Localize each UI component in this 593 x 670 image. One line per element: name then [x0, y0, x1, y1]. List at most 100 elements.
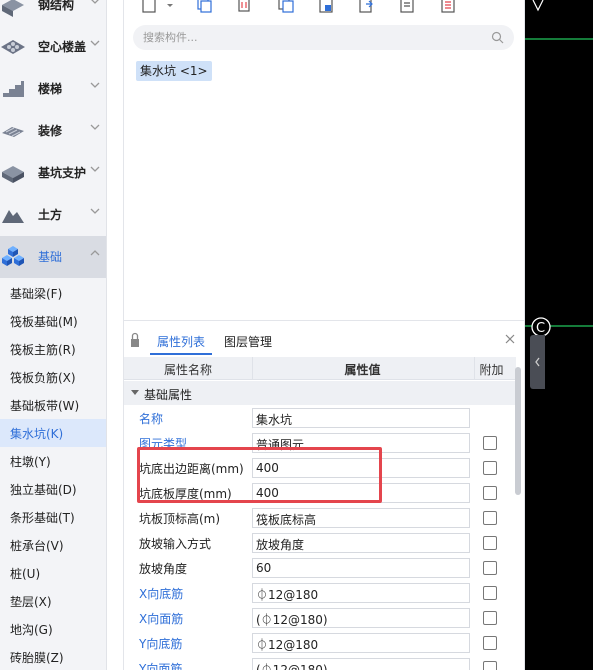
- category-label: 装修: [38, 124, 63, 138]
- annotation-highlight-box: [137, 447, 382, 503]
- decoration-icon: [2, 127, 24, 137]
- category-stairs[interactable]: 楼梯: [0, 68, 106, 110]
- collapse-triangle-icon[interactable]: [131, 390, 139, 395]
- tab-layer-management[interactable]: 图层管理: [224, 333, 272, 350]
- tab-property-list[interactable]: 属性列表: [150, 325, 212, 355]
- sub-item-isolated-footing[interactable]: 独立基础(D): [0, 475, 106, 503]
- category-label: 楼梯: [38, 82, 63, 96]
- header-property-name: 属性名称: [163, 363, 212, 377]
- import-icon[interactable]: [356, 0, 376, 16]
- list-icon[interactable]: [438, 0, 458, 16]
- chevron-down-icon: [90, 166, 100, 172]
- steel-structure-icon: [2, 0, 24, 17]
- stairs-icon: [3, 81, 24, 97]
- foundation-icon: [2, 246, 24, 266]
- category-hollow-slab[interactable]: 空心楼盖: [0, 26, 106, 68]
- hollow-slab-icon: [1, 40, 25, 54]
- property-value-field[interactable]: 60: [252, 558, 470, 578]
- category-label: 基础: [38, 250, 63, 264]
- property-value-field[interactable]: (⏀12@180): [252, 658, 470, 670]
- category-foundation[interactable]: 基础: [0, 236, 106, 278]
- category-earthwork[interactable]: 土方: [0, 194, 106, 236]
- property-value-field[interactable]: (⏀12@180): [252, 608, 470, 628]
- chevron-down-icon: [90, 82, 100, 88]
- chevron-down-icon: [90, 208, 100, 214]
- chevron-left-icon: [535, 357, 540, 367]
- sub-item-raft-foundation[interactable]: 筏板基础(M): [0, 307, 106, 335]
- copy-layer-icon[interactable]: [276, 0, 296, 16]
- pit-support-icon: [2, 166, 24, 183]
- property-row-y-top-rebar: Y向面筋 (⏀12@180): [124, 655, 516, 670]
- property-row-top-elevation: 坑板顶标高(m) 筏板底标高: [124, 505, 516, 530]
- property-row-slope-angle: 放坡角度 60: [124, 555, 516, 580]
- category-decoration[interactable]: 装修: [0, 110, 106, 152]
- sub-item-trench[interactable]: 地沟(G): [0, 615, 106, 643]
- component-tree-sidebar: 钢结构 空心楼盖 楼梯 装修 基坑支护 土方 基础 基础梁(F) 筏板基础(M)…: [0, 0, 107, 670]
- property-value-field[interactable]: ⏀12@180: [252, 583, 470, 603]
- close-icon[interactable]: [504, 333, 516, 345]
- category-label: 土方: [38, 208, 63, 222]
- property-value-field[interactable]: 筏板底标高: [252, 508, 470, 528]
- extra-checkbox[interactable]: [483, 486, 497, 500]
- dropdown-arrow-icon[interactable]: [164, 0, 176, 16]
- extra-checkbox[interactable]: [483, 461, 497, 475]
- property-row-name: 名称 集水坑: [124, 405, 516, 430]
- copy-icon[interactable]: [194, 0, 214, 16]
- property-value-field[interactable]: 放坡角度: [252, 533, 470, 553]
- property-value-field[interactable]: ⏀12@180: [252, 633, 470, 653]
- component-search-box: [133, 25, 514, 50]
- sub-item-raft-negative-rebar[interactable]: 筏板负筋(X): [0, 363, 106, 391]
- extra-checkbox[interactable]: [483, 661, 497, 670]
- sub-item-brick-mold[interactable]: 砖胎膜(Z): [0, 643, 106, 670]
- extra-checkbox[interactable]: [483, 586, 497, 600]
- sub-item-foundation-strip[interactable]: 基础板带(W): [0, 391, 106, 419]
- extra-checkbox[interactable]: [483, 536, 497, 550]
- new-component-icon[interactable]: [140, 0, 160, 16]
- grid-header: 属性名称 属性值 附加: [124, 357, 516, 380]
- category-steel-structure[interactable]: 钢结构: [0, 0, 106, 26]
- sub-item-strip-footing[interactable]: 条形基础(T): [0, 503, 106, 531]
- header-property-value: 属性值: [252, 357, 472, 380]
- chevron-down-icon: [90, 124, 100, 130]
- property-row-x-top-rebar: X向面筋 (⏀12@180): [124, 605, 516, 630]
- sub-item-pile-cap[interactable]: 桩承台(V): [0, 531, 106, 559]
- category-label: 空心楼盖: [38, 40, 87, 54]
- group-row-foundation-attributes[interactable]: 基础属性: [124, 381, 516, 405]
- sub-item-pile[interactable]: 桩(U): [0, 559, 106, 587]
- header-extra: 附加: [474, 357, 508, 380]
- property-row-y-bottom-rebar: Y向底筋 ⏀12@180: [124, 630, 516, 655]
- sub-item-cushion[interactable]: 垫层(X): [0, 587, 106, 615]
- property-row-slope-input-mode: 放坡输入方式 放坡角度: [124, 530, 516, 555]
- earthwork-icon: [2, 210, 24, 223]
- chevron-down-icon: [90, 40, 100, 46]
- sub-item-column-pier[interactable]: 柱墩(Y): [0, 447, 106, 475]
- category-pit-support[interactable]: 基坑支护: [0, 152, 106, 194]
- document-icon[interactable]: [397, 0, 417, 16]
- search-input[interactable]: [143, 29, 473, 46]
- extra-checkbox[interactable]: [483, 561, 497, 575]
- property-row-x-bottom-rebar: X向底筋 ⏀12@180: [124, 580, 516, 605]
- property-grid-scrollbar[interactable]: [515, 367, 521, 495]
- extra-checkbox[interactable]: [483, 436, 497, 450]
- search-icon[interactable]: [491, 31, 504, 44]
- properties-tab-bar: 属性列表 图层管理: [124, 325, 525, 355]
- delete-icon[interactable]: [234, 0, 254, 16]
- extra-checkbox[interactable]: [483, 611, 497, 625]
- category-label: 钢结构: [38, 0, 75, 12]
- chevron-up-icon: [90, 250, 100, 256]
- chevron-down-icon: [91, 0, 99, 4]
- axis-label: C: [536, 321, 545, 336]
- column-marker-shape: [532, 0, 544, 12]
- sub-item-raft-main-rebar[interactable]: 筏板主筋(R): [0, 335, 106, 363]
- panel-collapse-handle[interactable]: [530, 335, 545, 389]
- panel-divider: [124, 320, 525, 321]
- lock-icon[interactable]: [130, 331, 140, 349]
- extra-checkbox[interactable]: [483, 636, 497, 650]
- floor-copy-icon[interactable]: [316, 0, 336, 16]
- category-label: 基坑支护: [38, 166, 87, 180]
- component-item-sump-pit[interactable]: 集水坑 <1>: [136, 61, 212, 81]
- sub-item-foundation-beam[interactable]: 基础梁(F): [0, 279, 106, 307]
- extra-checkbox[interactable]: [483, 511, 497, 525]
- property-value-field[interactable]: 集水坑: [252, 408, 470, 428]
- sub-item-sump-pit[interactable]: 集水坑(K): [0, 419, 106, 447]
